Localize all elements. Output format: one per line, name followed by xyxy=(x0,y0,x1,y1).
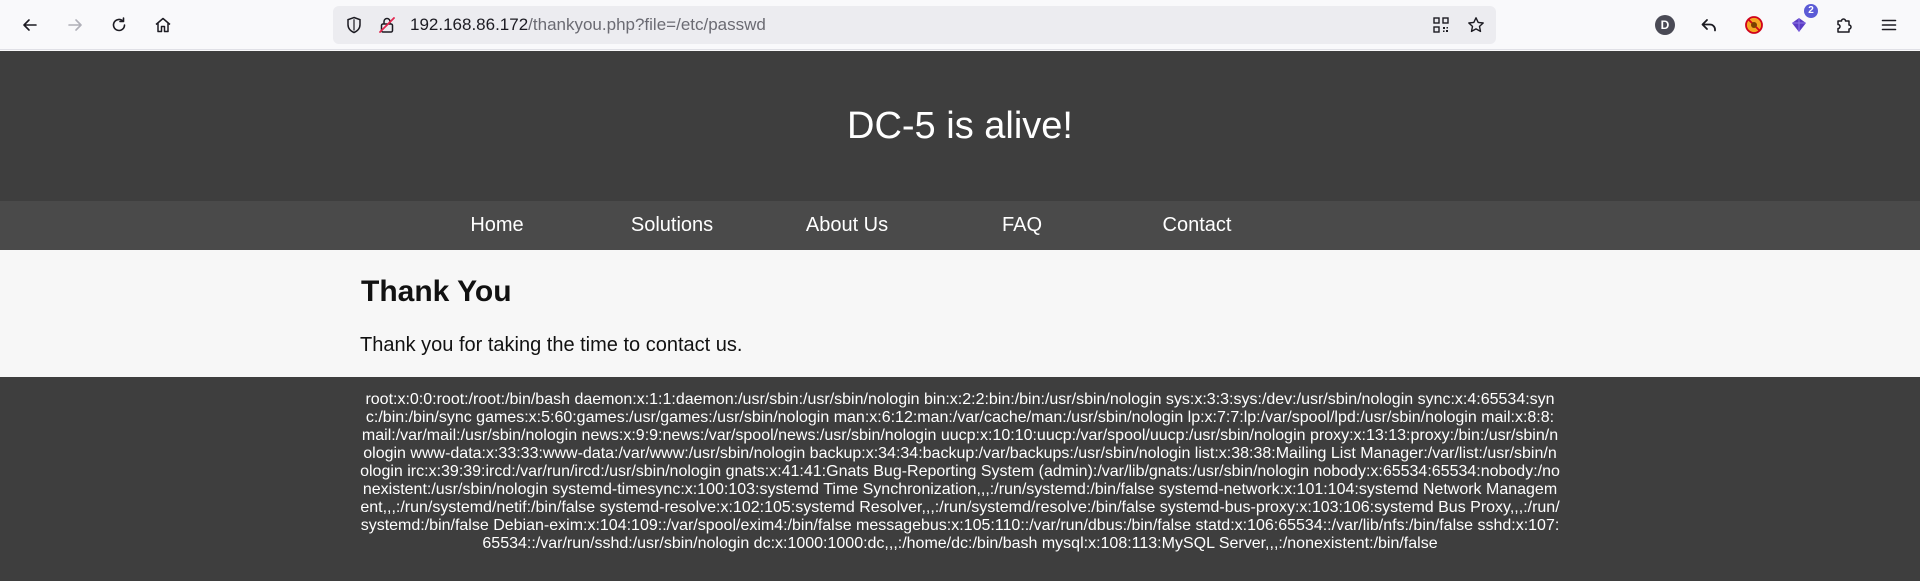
nav-faq[interactable]: FAQ xyxy=(972,201,1072,250)
insecure-lock-icon[interactable] xyxy=(377,15,397,35)
extension-badge-count: 2 xyxy=(1804,4,1818,18)
url-bar[interactable]: 192.168.86.172/thankyou.php?file=/etc/pa… xyxy=(333,6,1496,44)
reload-icon xyxy=(112,17,126,32)
footer-text: root:x:0:0:root:/root:/bin/bash daemon:x… xyxy=(360,391,1560,552)
extension-badge-button[interactable]: 2 xyxy=(1784,4,1818,40)
forward-arrow-icon xyxy=(68,19,82,31)
account-button[interactable]: D xyxy=(1650,10,1680,40)
qr-code-icon[interactable] xyxy=(1431,15,1451,35)
url-path: /thankyou.php?file=/etc/passwd xyxy=(528,15,766,34)
site-header: DC-5 is alive! xyxy=(0,51,1920,201)
page-heading: Thank You xyxy=(361,275,512,308)
url-host: 192.168.86.172 xyxy=(410,15,529,34)
main-content: Thank You Thank you for taking the time … xyxy=(0,250,1920,377)
bookmark-star-icon[interactable] xyxy=(1466,15,1486,35)
menu-button[interactable] xyxy=(1874,10,1904,40)
back-arrow-icon xyxy=(23,19,37,31)
nav-solutions[interactable]: Solutions xyxy=(612,201,732,250)
blocked-extension-button[interactable] xyxy=(1739,10,1769,40)
nav-contact[interactable]: Contact xyxy=(1137,201,1257,250)
undo-arrow-icon xyxy=(1701,19,1716,32)
home-icon xyxy=(155,17,171,33)
web-page: DC-5 is alive! Home Solutions About Us F… xyxy=(0,51,1920,581)
site-title: DC-5 is alive! xyxy=(847,104,1073,147)
home-button[interactable] xyxy=(148,10,178,40)
puzzle-icon xyxy=(1837,18,1852,33)
site-footer: root:x:0:0:root:/root:/bin/bash daemon:x… xyxy=(0,377,1920,581)
hamburger-menu-icon xyxy=(1881,19,1897,31)
profile-avatar: D xyxy=(1655,15,1675,35)
undo-extension-button[interactable] xyxy=(1694,10,1724,40)
extensions-button[interactable] xyxy=(1829,10,1859,40)
gem-icon xyxy=(1792,18,1806,32)
reload-button[interactable] xyxy=(104,10,134,40)
back-button[interactable] xyxy=(15,10,45,40)
nav-about-us[interactable]: About Us xyxy=(787,201,907,250)
forward-button[interactable] xyxy=(60,10,90,40)
shield-icon[interactable] xyxy=(344,15,364,35)
site-nav: Home Solutions About Us FAQ Contact xyxy=(0,201,1920,250)
thank-you-message: Thank you for taking the time to contact… xyxy=(360,334,743,356)
blocked-icon xyxy=(1745,16,1763,34)
browser-toolbar: 192.168.86.172/thankyou.php?file=/etc/pa… xyxy=(0,0,1920,50)
nav-home[interactable]: Home xyxy=(447,201,547,250)
url-text[interactable]: 192.168.86.172/thankyou.php?file=/etc/pa… xyxy=(410,15,766,35)
